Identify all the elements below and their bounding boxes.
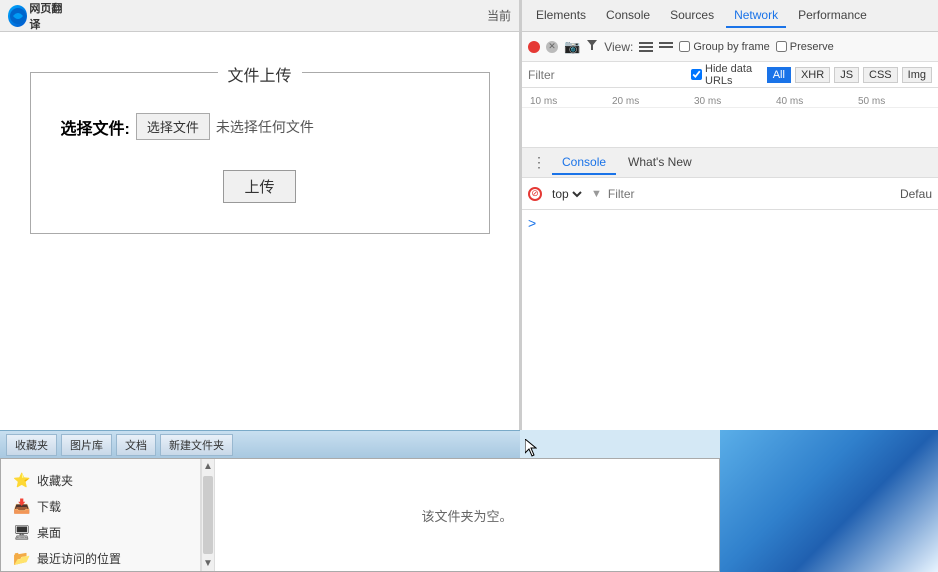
filter-bar: Hide data URLs All XHR JS CSS Img [522,62,938,88]
taskbar-btn-1[interactable]: 图片库 [61,434,112,456]
empty-folder-text: 该文件夹为空。 [421,506,512,525]
nav-favorites-label: 收藏夹 [37,472,73,489]
nav-scrollbar[interactable]: ▲ ▼ [201,459,215,571]
filter-options: Hide data URLs All XHR JS CSS Img [691,63,932,87]
network-filter-input[interactable] [528,68,683,82]
preserve-option: Preserve [776,41,834,53]
tick-30ms: 30 ms [692,96,774,107]
view-list-icon[interactable] [639,42,653,52]
console-input-row: ⊘ top ▼ Defau [522,178,938,210]
tick-50ms: 50 ms [856,96,938,107]
default-label: Defau [900,187,932,201]
tick-40ms: 40 ms [774,96,856,107]
tab-console[interactable]: Console [598,4,658,28]
nav-sidebar: ⭐ 收藏夹 📥 下载 🖥 桌面 📂 最近访问的位置 [1,459,201,571]
view-grid-icon[interactable] [659,42,673,52]
tab-console-bottom[interactable]: Console [552,151,616,175]
filter-img-button[interactable]: Img [902,67,932,83]
nav-item-recent[interactable]: 📂 最近访问的位置 [5,545,196,571]
timeline-ruler: 10 ms 20 ms 30 ms 40 ms 50 ms [522,88,938,108]
view-label: View: [604,40,633,54]
taskbar-btn-2[interactable]: 文档 [116,434,156,456]
preserve-checkbox[interactable] [776,41,787,52]
nav-item-favorites[interactable]: ⭐ 收藏夹 [5,467,196,493]
scroll-down-arrow[interactable]: ▼ [201,556,215,571]
file-explorer: ⭐ 收藏夹 📥 下载 🖥 桌面 📂 最近访问的位置 ▲ ▼ 该文件夹为空。 [0,458,720,572]
current-label: 当前 [487,7,511,24]
chevron-down-icon: ▼ [591,188,602,200]
console-tabs: ⋮ Console What's New [522,148,938,178]
nav-recent-label: 最近访问的位置 [37,550,121,567]
devtools-panel: Elements Console Sources Network Perform… [520,0,938,430]
nav-desktop-label: 桌面 [37,524,61,541]
browser-logo: 网页翻译 [8,4,68,28]
tick-20ms: 20 ms [610,96,692,107]
nav-downloads-label: 下载 [37,498,61,515]
hide-data-urls-label: Hide data URLs [705,63,763,87]
preserve-label: Preserve [790,41,834,53]
console-body: > [522,210,938,430]
file-upload-section: 文件上传 选择文件: 选择文件 未选择任何文件 上传 [30,72,490,234]
stop-icon[interactable]: ⊘ [528,187,542,201]
console-more-button[interactable]: ⋮ [528,154,550,171]
recent-icon: 📂 [13,549,31,567]
cursor [525,439,537,457]
tab-network[interactable]: Network [726,4,786,28]
hide-data-urls-option: Hide data URLs [691,63,763,87]
filter-all-button[interactable]: All [767,67,791,83]
tab-elements[interactable]: Elements [528,4,594,28]
star-icon: ⭐ [13,471,31,489]
tab-whats-new[interactable]: What's New [618,151,702,175]
tick-10ms: 10 ms [528,96,610,107]
choose-file-button[interactable]: 选择文件 [136,113,210,140]
taskbar-btn-3[interactable]: 新建文件夹 [160,434,233,456]
filter-xhr-button[interactable]: XHR [795,67,830,83]
record-button[interactable] [528,41,540,53]
desktop-icon: 🖥 [13,523,31,541]
right-decoration [720,430,938,572]
file-main-area: 该文件夹为空。 [215,459,719,571]
tab-sources[interactable]: Sources [662,4,722,28]
console-filter-input[interactable] [608,187,894,201]
filter-js-button[interactable]: JS [834,67,859,83]
file-select-row: 选择文件: 选择文件 未选择任何文件 [61,113,459,140]
timeline-area: 10 ms 20 ms 30 ms 40 ms 50 ms [522,88,938,148]
no-file-text: 未选择任何文件 [216,117,314,137]
group-by-frame-label: Group by frame [693,41,769,53]
page-content: 文件上传 选择文件: 选择文件 未选择任何文件 上传 [0,32,519,274]
group-by-frame-checkbox[interactable] [679,41,690,52]
console-caret[interactable]: > [528,214,932,234]
browser-topbar: 网页翻译 当前 [0,0,519,32]
file-label: 选择文件: [61,115,130,139]
upload-button[interactable]: 上传 [223,170,295,203]
hide-data-urls-checkbox[interactable] [691,69,702,80]
download-icon: 📥 [13,497,31,515]
devtools-toolbar: Elements Console Sources Network Perform… [522,0,938,32]
taskbar: 收藏夹 图片库 文档 新建文件夹 [0,430,520,458]
nav-item-downloads[interactable]: 📥 下载 [5,493,196,519]
network-toolbar: ✕ 📷 View: Group by frame Preserve [522,32,938,62]
scroll-thumb[interactable] [203,476,213,554]
logo-icon [8,5,27,27]
group-by-frame-option: Group by frame [679,41,769,53]
taskbar-btn-0[interactable]: 收藏夹 [6,434,57,456]
scroll-up-arrow[interactable]: ▲ [201,459,215,474]
filter-css-button[interactable]: CSS [863,67,898,83]
nav-item-desktop[interactable]: 🖥 桌面 [5,519,196,545]
tab-performance[interactable]: Performance [790,4,875,28]
file-upload-title: 文件上传 [217,62,301,86]
browser-area: 网页翻译 当前 文件上传 选择文件: 选择文件 未选择任何文件 上传 [0,0,520,430]
filter-icon [586,39,598,54]
clear-button[interactable]: ✕ [546,41,558,53]
context-select[interactable]: top [548,186,585,202]
upload-btn-row: 上传 [61,170,459,203]
logo-text: 网页翻译 [29,0,68,32]
screenshot-button[interactable]: 📷 [564,39,580,55]
